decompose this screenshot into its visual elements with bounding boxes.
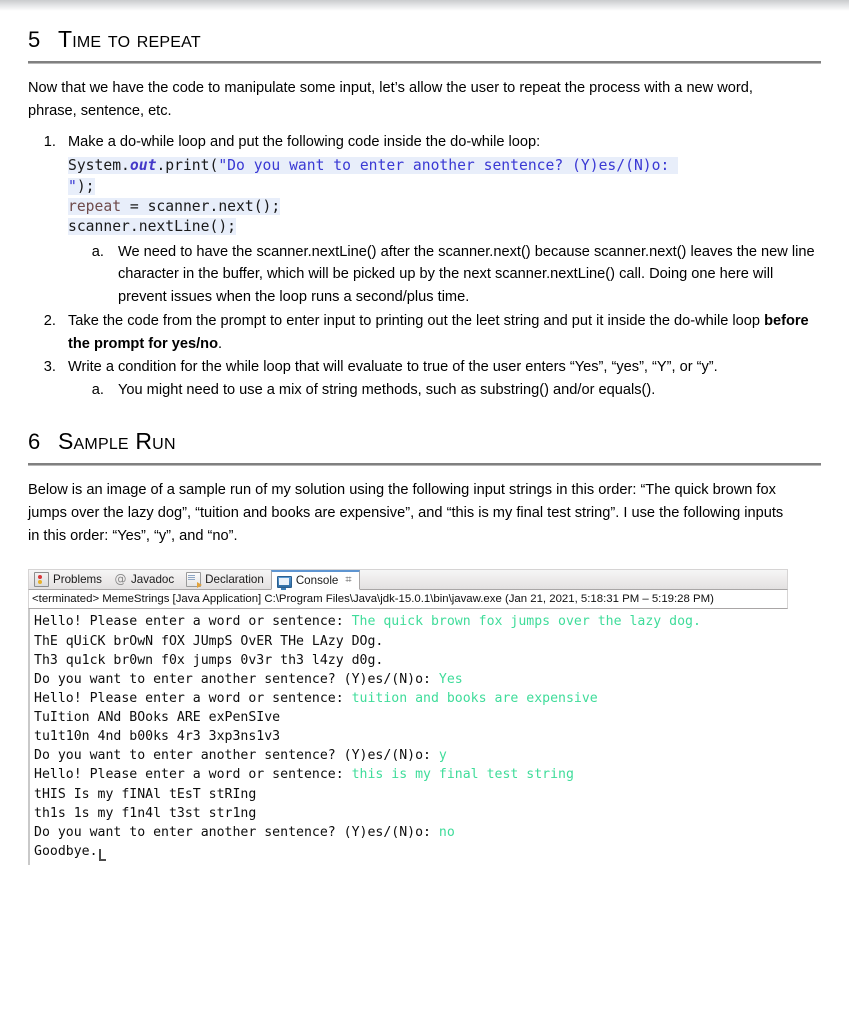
instruction-list: Make a do-while loop and put the followi…	[0, 131, 849, 402]
page-top-band	[0, 0, 849, 11]
code-token-print: .print(	[156, 157, 219, 175]
maximize-icon[interactable]: ⌗	[345, 574, 351, 587]
sub-list-1: We need to have the scanner.nextLine() a…	[68, 241, 849, 309]
console-line: TuItion ANd BOoks ARE exPenSIve	[34, 708, 790, 727]
eclipse-console-screenshot: Problems @ Javadoc Declaration Console ⌗…	[28, 569, 790, 866]
code-token-close: );	[76, 177, 95, 195]
console-line-prompt: Do you want to enter another sentence? (…	[34, 671, 439, 687]
list-item-2-post: .	[218, 335, 223, 352]
code-snippet: System.out.print("Do you want to enter a…	[68, 156, 690, 237]
console-line-input: Yes	[438, 671, 463, 687]
list-item: Make a do-while loop and put the followi…	[60, 131, 849, 309]
tab-problems-label: Problems	[53, 573, 102, 587]
section-6-heading: 6 Sample Run	[0, 403, 849, 457]
console-line-prompt: Hello! Please enter a word or sentence:	[34, 690, 352, 706]
document-page: 5 Time to repeat Now that we have the co…	[0, 11, 849, 866]
tab-javadoc-label: Javadoc	[130, 573, 175, 587]
section-6-title: Sample Run	[58, 427, 176, 454]
console-line: Goodbye.	[34, 842, 790, 862]
console-line-prompt: Do you want to enter another sentence? (…	[34, 824, 439, 840]
tab-declaration-label: Declaration	[205, 573, 264, 587]
list-item-1a-text: We need to have the scanner.nextLine() a…	[118, 243, 815, 306]
list-item: Take the code from the prompt to enter i…	[60, 310, 849, 356]
console-line-prompt: th1s 1s my f1n4l t3st str1ng	[34, 805, 257, 821]
section-6-number: 6	[28, 428, 41, 454]
code-token-system: System.	[68, 157, 130, 175]
console-line-input: y	[438, 748, 447, 764]
section-5-title: Time to repeat	[58, 26, 201, 52]
console-line: Hello! Please enter a word or sentence: …	[34, 689, 790, 708]
tab-problems[interactable]: Problems	[29, 570, 109, 589]
section-5-number: 5	[28, 27, 41, 52]
console-line-input: The quick brown fox jumps over the lazy …	[351, 614, 701, 630]
console-output: Hello! Please enter a word or sentence: …	[28, 609, 790, 866]
section-5-heading: 5 Time to repeat	[0, 11, 849, 55]
list-item-2-pre: Take the code from the prompt to enter i…	[68, 312, 765, 329]
console-tab-bar: Problems @ Javadoc Declaration Console ⌗	[28, 569, 788, 591]
console-line-prompt: ThE qUiCK brOwN fOX JUmpS OvER THe LAzy …	[34, 633, 384, 649]
code-token-out: out	[129, 157, 157, 175]
section-5-intro: Now that we have the code to manipulate …	[28, 80, 753, 119]
console-line-prompt: Goodbye.	[34, 844, 98, 860]
console-line-prompt: Do you want to enter another sentence? (…	[34, 748, 439, 764]
console-line: Th3 qu1ck br0wn f0x jumps 0v3r th3 l4zy …	[34, 651, 790, 670]
list-item-1-text: Make a do-while loop and put the followi…	[68, 133, 541, 150]
console-line: th1s 1s my f1n4l t3st str1ng	[34, 804, 790, 823]
console-line-input: tuition and books are expensive	[351, 690, 598, 706]
javadoc-icon: @	[114, 572, 127, 587]
console-line-prompt: tu1t10n 4nd b00ks 4r3 3xp3ns1v3	[34, 729, 281, 745]
console-line: Do you want to enter another sentence? (…	[34, 746, 790, 765]
tab-javadoc[interactable]: @ Javadoc	[109, 570, 181, 589]
problems-icon	[34, 572, 49, 588]
code-token-assign: = scanner.next();	[121, 198, 281, 215]
code-token-nextline: scanner.nextLine();	[68, 218, 237, 236]
list-item-3a-text: You might need to use a mix of string me…	[118, 382, 656, 399]
console-icon	[276, 575, 292, 590]
code-token-repeat: repeat	[68, 198, 122, 215]
declaration-icon	[186, 572, 203, 589]
console-line: Hello! Please enter a word or sentence: …	[34, 612, 790, 631]
tab-console[interactable]: Console ⌗	[270, 570, 360, 591]
console-line: ThE qUiCK brOwN fOX JUmpS OvER THe LAzy …	[34, 632, 790, 651]
console-line: tu1t10n 4nd b00ks 4r3 3xp3ns1v3	[34, 727, 790, 746]
tab-console-label: Console	[295, 574, 339, 588]
console-line-prompt: Th3 qu1ck br0wn f0x jumps 0v3r th3 l4zy …	[34, 652, 384, 668]
console-line-prompt: tHIS Is my fINAl tEsT stRIng	[34, 786, 257, 802]
list-item-3-text: Write a condition for the while loop tha…	[68, 359, 718, 376]
sub-list-3: You might need to use a mix of string me…	[68, 379, 849, 402]
console-line-prompt: Hello! Please enter a word or sentence:	[34, 767, 352, 783]
console-line-prompt: TuItion ANd BOoks ARE exPenSIve	[34, 710, 281, 726]
console-process-line: <terminated> MemeStrings [Java Applicati…	[28, 590, 788, 610]
console-caret	[98, 849, 106, 862]
console-line: Do you want to enter another sentence? (…	[34, 670, 790, 689]
list-item: You might need to use a mix of string me…	[108, 379, 849, 402]
section-6-intro: Below is an image of a sample run of my …	[28, 482, 784, 544]
list-item: We need to have the scanner.nextLine() a…	[108, 241, 849, 309]
tab-declaration[interactable]: Declaration	[181, 570, 271, 589]
list-item: Write a condition for the while loop tha…	[60, 356, 849, 402]
console-line-input: no	[438, 824, 455, 840]
console-line: Do you want to enter another sentence? (…	[34, 823, 790, 842]
console-line-input: this is my final test string	[351, 767, 574, 783]
console-line: tHIS Is my fINAl tEsT stRIng	[34, 785, 790, 804]
console-line-prompt: Hello! Please enter a word or sentence:	[34, 614, 352, 630]
console-line: Hello! Please enter a word or sentence: …	[34, 765, 790, 784]
list-item-2-text: Take the code from the prompt to enter i…	[68, 310, 849, 356]
